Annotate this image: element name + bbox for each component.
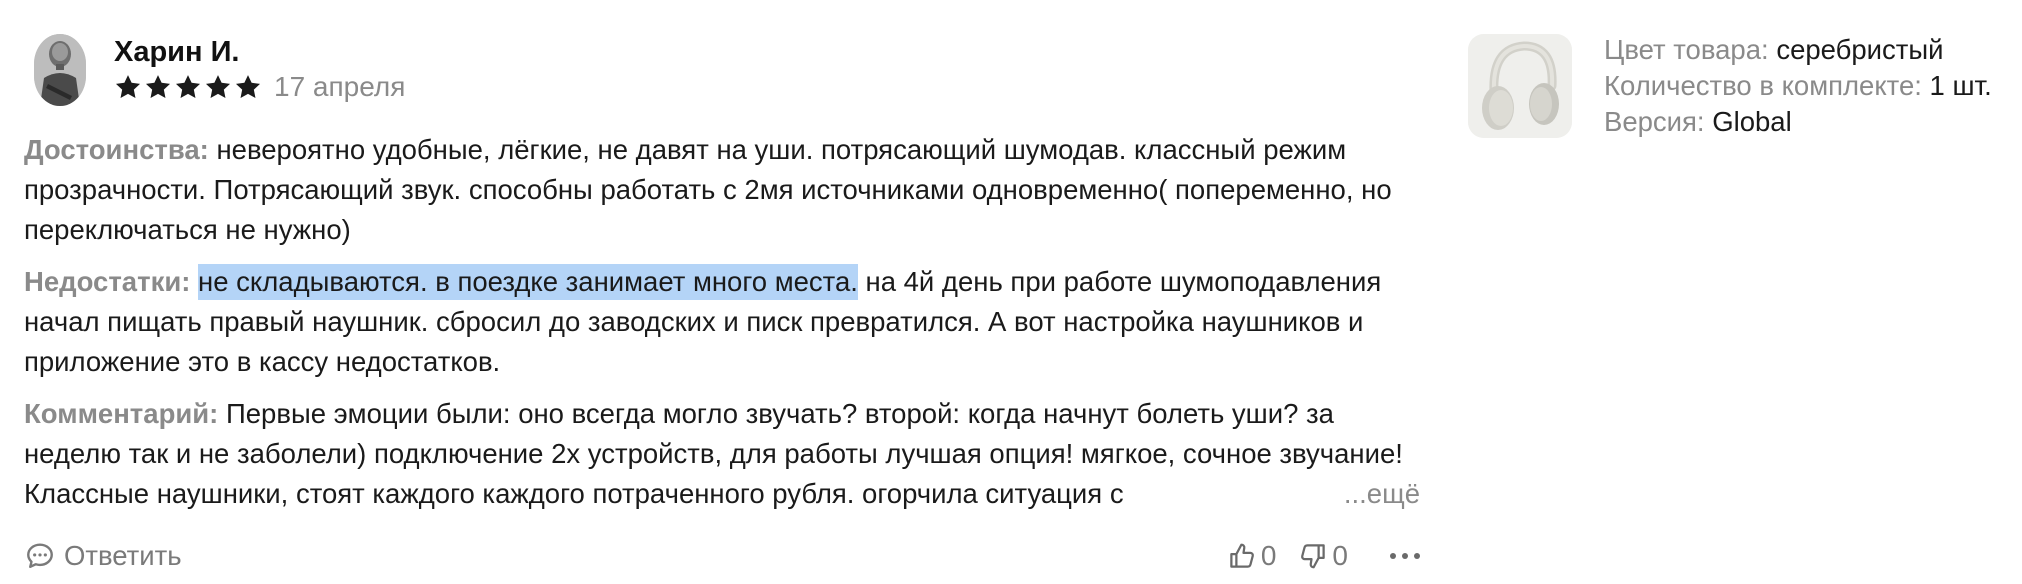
pros-section: Достоинства: невероятно удобные, лёгкие,… (24, 130, 1424, 250)
review-date: 17 апреля (274, 71, 406, 102)
product-thumbnail[interactable] (1468, 34, 1572, 138)
reply-label: Ответить (64, 540, 182, 571)
attribute-value: серебристый (1776, 34, 1944, 65)
show-more-link[interactable]: ...ещё (1283, 474, 1420, 514)
attribute-version: Версия: Global (1604, 104, 1992, 140)
vote-controls: 0 0 (1205, 536, 1424, 576)
review-card: Харин И. 17 апреля Достоинства: невероят… (24, 32, 1424, 584)
attribute-key: Цвет товара: (1604, 34, 1769, 65)
attribute-key: Версия: (1604, 106, 1705, 137)
comment-text: Первые эмоции были: оно всегда могло зву… (24, 398, 1403, 509)
star-icon (115, 75, 141, 98)
attribute-key: Количество в комплекте: (1604, 70, 1922, 101)
star-icon (175, 75, 201, 98)
star-icon (235, 75, 261, 98)
like-button[interactable]: 0 (1227, 540, 1277, 572)
product-attributes: Цвет товара: серебристый Количество в ко… (1604, 32, 1992, 140)
pros-text: невероятно удобные, лёгкие, не давят на … (24, 134, 1392, 245)
star-icon (145, 75, 171, 98)
dislike-button[interactable]: 0 (1298, 540, 1348, 572)
author-name[interactable]: Харин И. (114, 34, 240, 70)
cons-section: Недостатки: не складываются. в поездке з… (24, 262, 1424, 382)
more-dots-icon[interactable] (1386, 549, 1424, 563)
rating-row: 17 апреля (114, 69, 405, 105)
reply-bubble-icon (27, 543, 53, 568)
review-header: Харин И. 17 апреля (24, 32, 1424, 118)
attribute-color: Цвет товара: серебристый (1604, 32, 1992, 68)
like-count: 0 (1260, 540, 1277, 571)
thumbs-down-icon (1301, 544, 1326, 569)
comment-label: Комментарий: (24, 398, 219, 429)
star-icon (205, 75, 231, 98)
thumbs-up-icon (1230, 543, 1254, 568)
review-actions: Ответить 0 0 (24, 536, 1424, 584)
avatar[interactable] (34, 34, 86, 106)
cons-selected-text: не складываются. в поездке занимает мног… (198, 266, 858, 297)
pros-label: Достоинства: (24, 134, 209, 165)
attribute-value: Global (1712, 106, 1792, 137)
reply-button[interactable]: Ответить (24, 536, 182, 576)
comment-section: Комментарий: Первые эмоции были: оно все… (24, 394, 1424, 514)
cons-label: Недостатки: (24, 266, 191, 297)
attribute-value: 1 шт. (1929, 70, 1992, 101)
rating-stars (114, 73, 262, 101)
attribute-quantity: Количество в комплекте: 1 шт. (1604, 68, 1992, 104)
dislike-count: 0 (1332, 540, 1348, 571)
